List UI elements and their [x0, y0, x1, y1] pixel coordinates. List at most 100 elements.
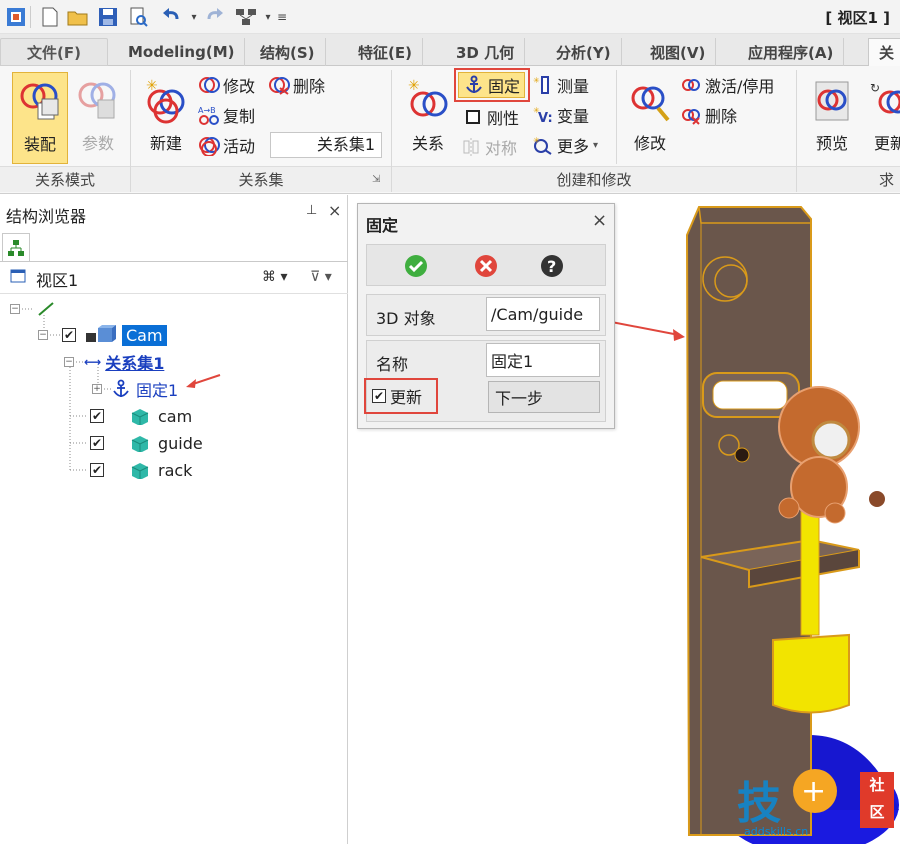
relation-button[interactable]: ✳ 关系 — [400, 72, 456, 164]
rigid-button[interactable]: 刚性 — [462, 104, 519, 130]
tab-relations[interactable]: 关 — [868, 38, 900, 66]
cam-part-label: cam — [158, 406, 193, 426]
save-icon[interactable] — [96, 5, 120, 29]
tab-applications[interactable]: 应用程序(A) — [738, 38, 845, 66]
cam-checkbox[interactable]: ✔ — [62, 328, 76, 342]
group-label-solve: 求 — [797, 166, 900, 192]
tab-view[interactable]: 视图(V) — [640, 38, 717, 66]
more-icon: ✳ — [532, 134, 554, 156]
object-input[interactable]: /Cam/guide — [486, 297, 600, 331]
dialog-launcher-icon[interactable]: ⇲ — [372, 174, 380, 185]
fix-button[interactable]: 固定 — [458, 72, 526, 98]
part-cube-icon — [131, 409, 149, 425]
active-relation-set-field[interactable]: 关系集1 — [270, 132, 382, 158]
copy-icon: A→B — [198, 104, 220, 126]
new-file-icon[interactable] — [38, 5, 62, 29]
customize-qat-icon[interactable]: ≡ — [270, 5, 294, 29]
symmetry-label: 对称 — [485, 139, 518, 158]
assembly-part-icon — [86, 325, 116, 342]
open-folder-icon[interactable] — [66, 5, 90, 29]
tab-feature[interactable]: 特征(E) — [348, 38, 423, 66]
copy-relation-set-button[interactable]: A→B 复制 — [198, 102, 255, 128]
tab-file[interactable]: 文件(F) — [0, 38, 108, 66]
measure-button[interactable]: ✳ 测量 — [532, 72, 589, 98]
confirm-button[interactable] — [404, 254, 428, 282]
parameter-label: 参数 — [81, 134, 114, 153]
collapse-cam-icon[interactable]: − — [38, 330, 48, 340]
parameter-mode-button[interactable]: 参数 — [70, 72, 126, 164]
tree-item-guide[interactable]: ✔ guide — [90, 431, 203, 455]
activate-label: 激活/停用 — [705, 77, 775, 96]
help-icon: ? — [541, 255, 563, 277]
cancel-button[interactable] — [474, 254, 498, 282]
symmetry-button[interactable]: 对称 — [460, 134, 517, 160]
tab-3d-geometry[interactable]: 3D 几何 — [446, 38, 526, 66]
guide-checkbox[interactable]: ✔ — [90, 436, 104, 450]
name-input[interactable]: 固定1 — [486, 343, 600, 377]
assembly-mode-button[interactable]: 装配 — [12, 72, 68, 164]
modify-relation-set-button[interactable]: 修改 — [198, 72, 255, 98]
modify-button[interactable]: 修改 — [622, 72, 678, 164]
new-relation-icon: ✳ — [146, 78, 185, 124]
tree-item-cam[interactable]: − ✔ Cam — [38, 323, 167, 347]
activate-deactivate-button[interactable]: 激活/停用 — [680, 72, 774, 98]
tab-modeling[interactable]: Modeling(M) — [118, 38, 246, 66]
guide-label: guide — [158, 433, 203, 453]
menu-tabs: 文件(F) Modeling(M) 结构(S) 特征(E) 3D 几何 分析(Y… — [0, 34, 900, 66]
collapse-root-icon[interactable]: − — [10, 304, 20, 314]
tree-item-cam-part[interactable]: ✔ cam — [90, 404, 192, 428]
help-button[interactable]: ? — [540, 254, 564, 282]
close-icon[interactable]: × — [328, 201, 341, 220]
new-label: 新建 — [149, 134, 182, 153]
copy-label: 复制 — [223, 107, 256, 126]
tree-root[interactable]: − — [10, 297, 56, 321]
viewport-title: [ 视区1 ] — [825, 9, 890, 27]
more-button[interactable]: ✳ 更多 ▾ — [532, 132, 598, 158]
network-tool-icon[interactable] — [234, 5, 258, 29]
redo-icon[interactable] — [202, 5, 226, 29]
collapse-relset-icon[interactable]: − — [64, 357, 74, 367]
update-checkbox[interactable]: ✔ — [372, 389, 386, 403]
tree-item-fix[interactable]: + 固定1 — [92, 377, 178, 401]
dialog-close-icon[interactable]: × — [592, 210, 607, 231]
tab-analysis[interactable]: 分析(Y) — [546, 38, 622, 66]
variable-button[interactable]: ✳ V: 变量 — [532, 102, 589, 128]
filter-icon[interactable]: ⊽ ▾ — [310, 269, 332, 285]
watermark-glyph: 技 — [737, 778, 781, 829]
active-relation-set-button[interactable]: 活动 — [198, 132, 255, 158]
fix-button-highlight[interactable]: 固定 — [454, 68, 530, 102]
new-relation-set-button[interactable]: ✳ 新建 — [138, 72, 194, 164]
part-cube-icon — [131, 463, 149, 479]
modify-label: 修改 — [223, 77, 256, 96]
next-step-button[interactable]: 下一步 — [488, 381, 600, 413]
tree-item-relation-set[interactable]: − ⟷ 关系集1 — [64, 350, 164, 374]
expand-fix-icon[interactable]: + — [92, 384, 102, 394]
update-icon: ↻ — [870, 81, 900, 114]
tree-item-rack[interactable]: ✔ rack — [90, 458, 192, 482]
tab-structure[interactable]: 结构(S) — [250, 38, 326, 66]
binoculars-icon[interactable]: ⌘ ▾ — [262, 269, 287, 285]
undo-icon[interactable] — [160, 5, 184, 29]
preview-button[interactable]: 预览 — [804, 72, 860, 164]
svg-text:↻: ↻ — [870, 81, 880, 95]
app-icon[interactable] — [4, 5, 28, 29]
cam-part-checkbox[interactable]: ✔ — [90, 409, 104, 423]
more-dropdown-icon: ▾ — [593, 139, 599, 151]
print-preview-icon[interactable] — [126, 5, 150, 29]
fix-dialog: 固定 × ? 3D 对象 /Cam/guide 名称 固定1 ✔ 更新 下一步 — [357, 203, 615, 429]
preview-label: 预览 — [815, 134, 848, 153]
modify-big-label: 修改 — [633, 134, 666, 153]
update-checkbox-highlight[interactable]: ✔ 更新 — [364, 378, 438, 414]
rigid-icon — [462, 106, 484, 128]
tree-tab[interactable] — [2, 233, 30, 261]
assembly-label: 装配 — [23, 135, 56, 154]
structure-browser: 结构浏览器 ⊥ × 视区1 ⌘ ▾ ⊽ ▾ − − ✔ Cam − ⟷ 关系集1… — [0, 195, 348, 844]
update-button[interactable]: ↻ 更新 — [862, 72, 900, 164]
rack-checkbox[interactable]: ✔ — [90, 463, 104, 477]
pin-icon[interactable]: ⊥ — [306, 203, 317, 218]
svg-text:?: ? — [547, 257, 556, 276]
delete-relation-button[interactable]: 删除 — [680, 102, 737, 128]
delete-relation-set-button[interactable]: 删除 — [268, 72, 325, 98]
assembly-icon — [20, 83, 59, 120]
svg-text:✳: ✳ — [533, 136, 540, 145]
